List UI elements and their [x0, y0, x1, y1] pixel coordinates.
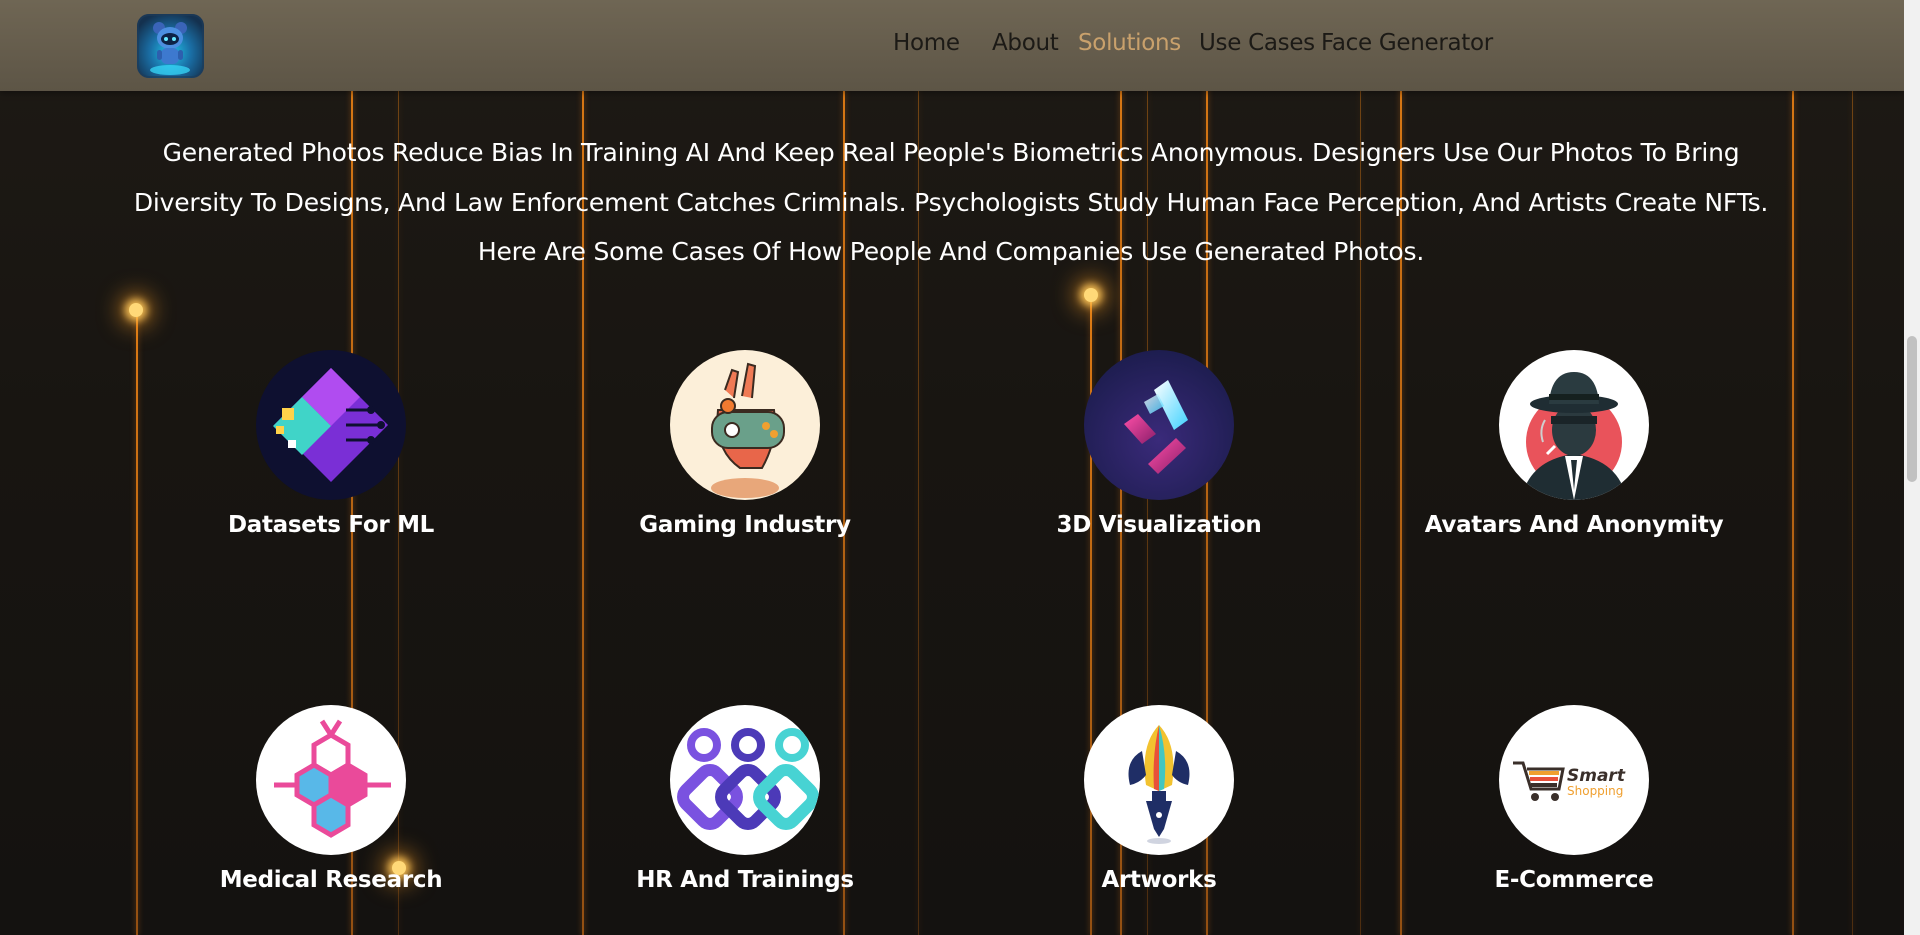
case-card-avatars[interactable]: Avatars And Anonymity	[1424, 350, 1724, 570]
nav-about[interactable]: About	[992, 30, 1059, 56]
site-header: Home About Solutions Use Cases Face Gene…	[0, 0, 1904, 91]
case-label: Avatars And Anonymity	[1424, 512, 1724, 538]
robot-mascot-icon	[150, 22, 190, 75]
bg-light-orb	[1084, 288, 1098, 302]
bg-light-line	[136, 310, 138, 935]
bg-light-line	[1792, 0, 1794, 935]
case-card-gaming[interactable]: Gaming Industry	[595, 350, 895, 570]
bg-light-line	[1852, 0, 1853, 935]
case-card-artworks[interactable]: Artworks	[1009, 705, 1309, 925]
case-card-medical[interactable]: Medical Research	[181, 705, 481, 925]
case-label: Gaming Industry	[639, 512, 851, 538]
case-card-datasets[interactable]: Datasets For ML	[181, 350, 481, 570]
intro-paragraph: Generated Photos Reduce Bias In Training…	[120, 128, 1782, 277]
case-card-3d[interactable]: 3D Visualization	[1009, 350, 1309, 570]
nav-solutions[interactable]: Solutions	[1078, 30, 1181, 56]
ecommerce-logo-word1: Smart	[1567, 766, 1626, 786]
feather-pen-icon	[1084, 705, 1234, 855]
intro-line-2: Diversity To Designs, And Law Enforcemen…	[133, 187, 1769, 217]
nav-face-generator[interactable]: Face Generator	[1321, 30, 1493, 56]
game-controller-hand-icon	[670, 350, 820, 500]
case-card-hr[interactable]: HR And Trainings	[595, 705, 895, 925]
intro-line-1: Generated Photos Reduce Bias In Training…	[162, 138, 1740, 167]
site-logo[interactable]	[137, 14, 204, 78]
case-card-ecommerce[interactable]: Smart Shopping E-Commerce	[1424, 705, 1724, 925]
nav-use-cases[interactable]: Use Cases	[1199, 30, 1315, 56]
page-scrollbar[interactable]	[1904, 0, 1920, 935]
scrollbar-thumb[interactable]	[1907, 336, 1917, 482]
ecommerce-logo-word2: Shopping	[1567, 784, 1623, 798]
shopping-cart-logo: Smart Shopping	[1499, 705, 1649, 855]
nav-home[interactable]: Home	[893, 30, 960, 56]
circuit-diamond-icon	[256, 350, 406, 500]
bg-light-orb	[129, 303, 143, 317]
case-label: Artworks	[1101, 867, 1217, 893]
spy-man-icon	[1499, 350, 1649, 500]
case-label: Datasets For ML	[227, 512, 435, 538]
case-label: Medical Research	[219, 867, 443, 893]
intro-line-3: Here Are Some Cases Of How People And Co…	[477, 237, 1425, 266]
3d-bars-icon	[1084, 350, 1234, 500]
case-label: HR And Trainings	[636, 867, 854, 893]
linked-people-icon	[670, 705, 820, 855]
case-label: 3D Visualization	[1056, 512, 1262, 538]
case-label: E-Commerce	[1494, 867, 1654, 893]
molecule-hexagon-icon	[256, 705, 406, 855]
